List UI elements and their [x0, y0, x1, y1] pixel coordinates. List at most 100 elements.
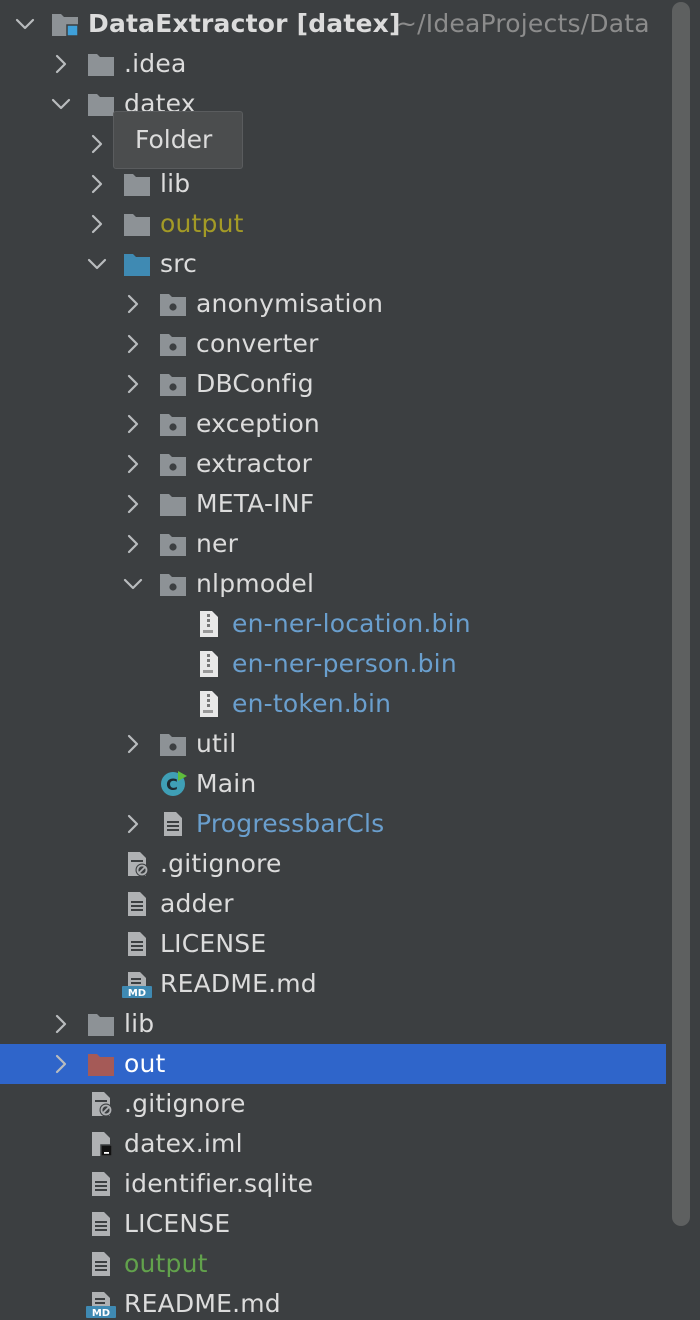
tree-node-label: adder	[160, 889, 234, 918]
package-icon	[158, 570, 188, 598]
folder-icon	[122, 170, 152, 198]
tree-node-label: output	[124, 1249, 208, 1278]
chevron-right-icon[interactable]	[122, 733, 144, 755]
project-path-label: ~/IdeaProjects/Data	[396, 9, 650, 38]
tree-node-label: lib	[124, 1009, 155, 1038]
tree-node-main[interactable]: C Main	[0, 764, 670, 804]
tree-node-dataextractor[interactable]: DataExtractor [datex] ~/IdeaProjects/Data	[0, 4, 670, 44]
chevron-right-icon[interactable]	[122, 493, 144, 515]
tree-node-readme-inner[interactable]: MD README.md	[0, 964, 670, 1004]
tree-node-label: ner	[196, 529, 239, 558]
chevron-right-icon[interactable]	[122, 813, 144, 835]
tree-node-anonymisation[interactable]: anonymisation	[0, 284, 670, 324]
chevron-right-icon[interactable]	[86, 133, 108, 155]
chevron-down-icon[interactable]	[122, 573, 144, 595]
folder-tooltip: Folder	[113, 111, 243, 169]
tree-node-label: DataExtractor [datex]	[88, 9, 401, 38]
tree-node-hidden-by-tooltip[interactable]	[0, 124, 670, 164]
tree-node-label: ProgressbarCls	[196, 809, 385, 838]
package-icon	[158, 410, 188, 438]
chevron-right-icon[interactable]	[122, 293, 144, 315]
text-file-icon	[122, 930, 152, 958]
tree-node-nlpmodel[interactable]: nlpmodel	[0, 564, 670, 604]
tree-node-label: converter	[196, 329, 319, 358]
package-icon	[158, 370, 188, 398]
chevron-down-icon[interactable]	[86, 253, 108, 275]
chevron-right-icon[interactable]	[122, 413, 144, 435]
tree-node-exception[interactable]: exception	[0, 404, 670, 444]
tree-node-license[interactable]: LICENSE	[0, 1204, 670, 1244]
tree-node-en-ner-location[interactable]: en-ner-location.bin	[0, 604, 670, 644]
tree-node-label: out	[124, 1049, 166, 1078]
tree-node-en-token[interactable]: en-token.bin	[0, 684, 670, 724]
chevron-down-icon[interactable]	[50, 93, 72, 115]
package-icon	[158, 290, 188, 318]
tree-node-label: extractor	[196, 449, 313, 478]
tree-node-readme[interactable]: MD README.md	[0, 1284, 670, 1320]
tree-node-idea[interactable]: .idea	[0, 44, 670, 84]
tree-node-label: LICENSE	[160, 929, 267, 958]
svg-text:MD: MD	[92, 1308, 110, 1318]
tree-node-out[interactable]: out	[0, 1044, 666, 1084]
tree-node-converter[interactable]: converter	[0, 324, 670, 364]
tree-node-src[interactable]: src	[0, 244, 670, 284]
tree-node-util[interactable]: util	[0, 724, 670, 764]
tree-node-output-file[interactable]: output	[0, 1244, 670, 1284]
tree-node-label: exception	[196, 409, 320, 438]
tree-node-identifier-sqlite[interactable]: identifier.sqlite	[0, 1164, 670, 1204]
package-icon	[158, 730, 188, 758]
folder-icon	[86, 90, 116, 118]
tree-node-lib[interactable]: lib	[0, 1004, 670, 1044]
text-file-icon	[122, 890, 152, 918]
chevron-right-icon[interactable]	[122, 453, 144, 475]
tree-node-progressbarcls[interactable]: ProgressbarCls	[0, 804, 670, 844]
tree-node-datex-iml[interactable]: datex.iml	[0, 1124, 670, 1164]
binary-file-icon	[194, 690, 224, 718]
source-folder-icon	[122, 250, 152, 278]
binary-file-icon	[194, 650, 224, 678]
markdown-file-icon: MD	[122, 970, 152, 998]
tree-node-license-inner[interactable]: LICENSE	[0, 924, 670, 964]
tree-node-dbconfig[interactable]: DBConfig	[0, 364, 670, 404]
tree-node-adder[interactable]: adder	[0, 884, 670, 924]
tree-node-extractor[interactable]: extractor	[0, 444, 670, 484]
chevron-down-icon[interactable]	[14, 13, 36, 35]
tree-node-label: anonymisation	[196, 289, 384, 318]
tree-node-lib-inner[interactable]: lib	[0, 164, 670, 204]
project-tree: DataExtractor [datex] ~/IdeaProjects/Data…	[0, 0, 700, 1320]
chevron-right-icon[interactable]	[86, 213, 108, 235]
chevron-right-icon[interactable]	[122, 333, 144, 355]
folder-icon	[122, 210, 152, 238]
vertical-scrollbar[interactable]	[672, 2, 690, 1226]
chevron-right-icon[interactable]	[50, 53, 72, 75]
tree-node-label: src	[160, 249, 198, 278]
package-icon	[158, 530, 188, 558]
java-class-icon: C	[158, 770, 188, 798]
tree-node-label: datex.iml	[124, 1129, 243, 1158]
chevron-right-icon[interactable]	[50, 1053, 72, 1075]
tree-node-label: .gitignore	[124, 1089, 246, 1118]
chevron-right-icon[interactable]	[86, 173, 108, 195]
text-file-icon	[158, 810, 188, 838]
tree-node-label: README.md	[124, 1289, 281, 1318]
module-folder-icon	[50, 10, 80, 38]
tree-node-datex[interactable]: datex	[0, 84, 670, 124]
tree-node-gitignore[interactable]: .gitignore	[0, 1084, 670, 1124]
chevron-right-icon[interactable]	[122, 373, 144, 395]
tree-node-label: .gitignore	[160, 849, 282, 878]
tree-node-label: Main	[196, 769, 257, 798]
chevron-right-icon[interactable]	[122, 533, 144, 555]
svg-text:C: C	[166, 775, 178, 794]
tree-node-label: util	[196, 729, 237, 758]
svg-text:MD: MD	[128, 988, 146, 998]
tree-node-ner[interactable]: ner	[0, 524, 670, 564]
tree-node-output-folder[interactable]: output	[0, 204, 670, 244]
tree-node-gitignore-inner[interactable]: .gitignore	[0, 844, 670, 884]
tree-node-label: nlpmodel	[196, 569, 315, 598]
ignore-file-icon	[86, 1090, 116, 1118]
tree-node-label: DBConfig	[196, 369, 314, 398]
tree-node-label: output	[160, 209, 244, 238]
tree-node-meta-inf[interactable]: META-INF	[0, 484, 670, 524]
tree-node-en-ner-person[interactable]: en-ner-person.bin	[0, 644, 670, 684]
chevron-right-icon[interactable]	[50, 1013, 72, 1035]
